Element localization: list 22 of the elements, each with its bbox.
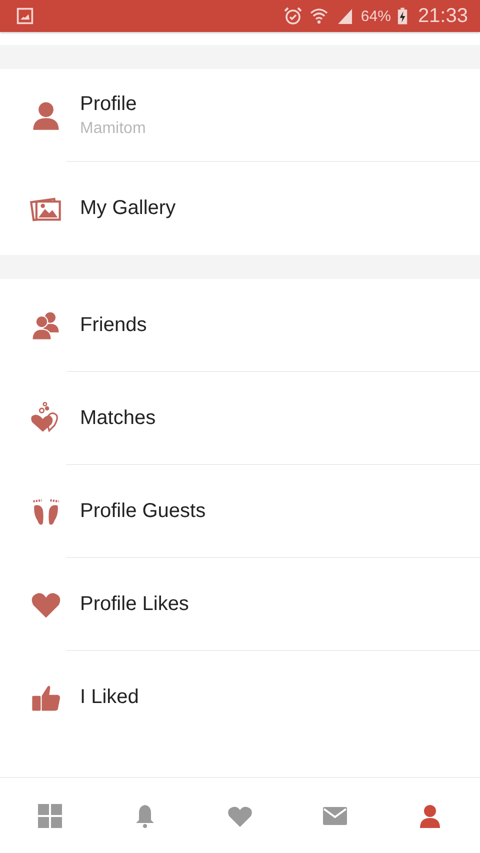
wifi-icon: [308, 6, 329, 26]
grid-icon: [36, 802, 63, 828]
menu-item[interactable]: Friends: [0, 279, 480, 372]
battery-charging-icon: [396, 6, 408, 26]
menu-item[interactable]: Profile Guests: [0, 465, 480, 558]
menu-item[interactable]: Matches: [0, 372, 480, 465]
menu-item[interactable]: Profile Mamitom: [0, 69, 480, 162]
menu-item-label: Matches: [80, 407, 156, 430]
menu-item[interactable]: I Liked: [0, 651, 480, 744]
menu-item[interactable]: My Gallery: [0, 162, 480, 255]
menu-item-label: Profile: [80, 93, 138, 116]
alarm-icon: [282, 6, 303, 26]
menu-item-label: Profile Likes: [80, 593, 189, 616]
menu-item-label: Profile Guests: [80, 500, 206, 523]
image-icon: [16, 7, 34, 25]
menu-item-label: My Gallery: [80, 197, 176, 220]
clock-time: 21:33: [418, 4, 468, 28]
menu-item[interactable]: Profile Likes: [0, 558, 480, 651]
menu-item-label: I Liked: [80, 686, 139, 709]
username-text: Mamitom: [80, 120, 146, 138]
battery-percent: 64%: [360, 8, 391, 24]
menu-item-label: Friends: [80, 314, 147, 337]
